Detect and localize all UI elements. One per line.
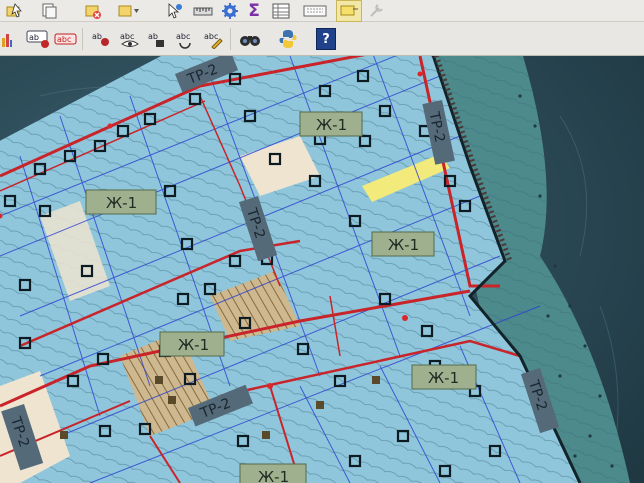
plugin-manager-button[interactable] — [238, 28, 262, 50]
identify-features-button[interactable] — [164, 0, 186, 22]
keyboard-icon — [303, 5, 327, 16]
location-select-icon — [118, 5, 139, 16]
zone-label-text: Ж-1 — [258, 468, 289, 483]
zone-label-text: Ж-1 — [428, 369, 459, 387]
zone-label[interactable]: Ж-1 — [85, 189, 157, 215]
map-canvas[interactable]: Ж-1 Ж-1 Ж-1 Ж-1 Ж-1 Ж-1 ТР-2 ТР-2 ТР-2 Т… — [0, 56, 644, 483]
rotate-label-icon: abc — [176, 32, 191, 49]
zone-label-text: Ж-1 — [106, 194, 137, 212]
edit-label-icon: abc — [204, 32, 223, 49]
binoculars-icon — [240, 36, 260, 46]
move-label-icon: ab — [148, 32, 164, 47]
copy-icon — [42, 3, 57, 18]
copy-features-button[interactable] — [38, 0, 60, 22]
label-icon: ab — [26, 30, 49, 48]
sigma-icon: Σ — [248, 0, 260, 21]
svg-text:ab: ab — [92, 32, 102, 41]
toolbar-separator — [230, 28, 231, 50]
zone-label[interactable]: Ж-1 — [159, 331, 225, 357]
map-tips-button[interactable] — [302, 0, 328, 22]
change-label-button[interactable]: abc — [202, 28, 226, 50]
zone-label-text: Ж-1 — [388, 236, 419, 254]
identify-icon — [168, 2, 182, 19]
bar-chart-icon — [2, 34, 12, 47]
disabled-tool-button[interactable] — [366, 0, 388, 22]
svg-text:abc: abc — [176, 32, 190, 41]
measure-button[interactable] — [192, 0, 214, 22]
layer-styling-button[interactable] — [0, 28, 14, 50]
settings-button[interactable] — [220, 0, 240, 22]
pin-label-button[interactable]: ab — [90, 28, 114, 50]
python-console-button[interactable] — [276, 28, 300, 50]
label-off-icon: abc — [54, 33, 77, 45]
deselect-features-button[interactable] — [82, 0, 104, 22]
python-icon — [279, 30, 297, 48]
select-icon — [6, 2, 22, 18]
gear-icon — [222, 2, 238, 19]
zone-label-text: Ж-1 — [316, 116, 347, 134]
annotation-button[interactable] — [336, 0, 362, 22]
select-features-button[interactable] — [4, 0, 24, 22]
map-svg: Ж-1 Ж-1 Ж-1 Ж-1 Ж-1 Ж-1 ТР-2 ТР-2 ТР-2 Т… — [0, 56, 644, 483]
help-button[interactable]: ? — [316, 28, 336, 50]
pin-label-icon: ab — [92, 32, 109, 46]
toolbar-separator — [82, 28, 83, 50]
show-labels-icon: abc — [120, 32, 139, 47]
svg-text:abc: abc — [204, 32, 218, 41]
svg-text:ab: ab — [29, 33, 39, 42]
move-label-button[interactable]: ab — [146, 28, 170, 50]
zone-label[interactable]: Ж-1 — [299, 111, 363, 137]
zone-label[interactable]: Ж-1 — [411, 364, 477, 390]
attribute-toolbar: Σ — [0, 0, 644, 22]
label-pin-icon — [340, 5, 358, 15]
zone-label-text: Ж-1 — [178, 336, 209, 354]
statistics-button[interactable]: Σ — [244, 0, 264, 22]
ruler-icon — [193, 7, 213, 15]
deselect-icon — [85, 5, 101, 19]
svg-text:ab: ab — [148, 32, 158, 41]
select-by-location-button[interactable] — [116, 0, 142, 22]
zone-label[interactable]: Ж-1 — [371, 231, 435, 257]
label-toggle-button[interactable]: abc — [54, 28, 78, 50]
wrench-icon — [370, 3, 383, 17]
help-icon: ? — [322, 31, 330, 47]
zone-label[interactable]: Ж-1 — [239, 463, 307, 483]
rotate-label-button[interactable]: abc — [174, 28, 198, 50]
svg-text:abc: abc — [57, 35, 71, 44]
table-icon — [272, 3, 290, 18]
attribute-table-button[interactable] — [270, 0, 292, 22]
layer-labeling-button[interactable]: ab — [26, 28, 52, 50]
show-hide-labels-button[interactable]: abc — [118, 28, 142, 50]
label-toolbar: ab abc ab abc ab abc abc ? — [0, 22, 644, 56]
svg-text:abc: abc — [120, 32, 134, 41]
